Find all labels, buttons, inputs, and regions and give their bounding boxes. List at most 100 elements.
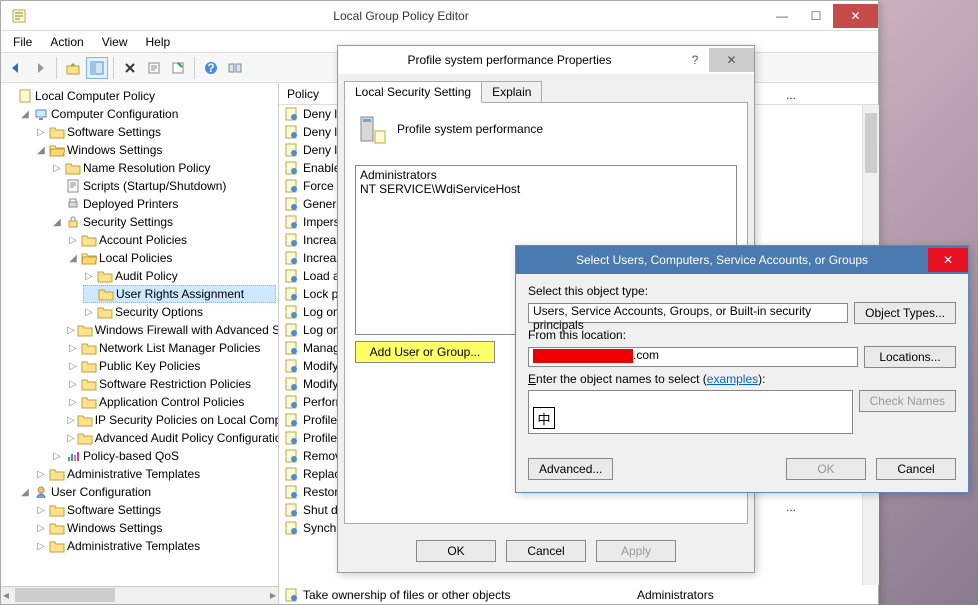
forward-button[interactable] xyxy=(29,57,51,79)
tree-item[interactable]: Software Settings xyxy=(67,125,161,139)
examples-link[interactable]: examples xyxy=(707,372,758,386)
check-names-button[interactable]: Check Names xyxy=(859,390,956,412)
tree-user-config[interactable]: User Configuration xyxy=(51,485,151,499)
apply-button[interactable]: Apply xyxy=(596,540,676,562)
up-button[interactable] xyxy=(62,57,84,79)
ok-button[interactable]: OK xyxy=(786,458,866,480)
add-user-group-button[interactable]: Add User or Group... xyxy=(355,341,495,363)
minimize-button[interactable]: ― xyxy=(765,4,799,28)
truncated-text: ... xyxy=(766,500,796,514)
list-item[interactable]: Administrators xyxy=(360,168,732,182)
tree-item[interactable]: Audit Policy xyxy=(115,269,178,283)
cancel-button[interactable]: Cancel xyxy=(876,458,956,480)
expander-icon[interactable]: ▷ xyxy=(35,522,47,534)
folder-icon xyxy=(81,233,97,247)
folder-icon xyxy=(49,125,65,139)
security-policy-icon xyxy=(283,466,299,482)
expander-icon[interactable]: ▷ xyxy=(83,270,95,282)
computer-icon xyxy=(33,106,49,122)
expander-icon[interactable]: ▷ xyxy=(35,468,47,480)
folder-icon xyxy=(49,503,65,517)
tree-item[interactable]: Scripts (Startup/Shutdown) xyxy=(83,179,226,193)
tree-item[interactable]: Account Policies xyxy=(99,233,187,247)
cancel-button[interactable]: Cancel xyxy=(506,540,586,562)
tree-item[interactable]: Administrative Templates xyxy=(67,539,200,553)
expander-icon[interactable]: ▷ xyxy=(67,396,79,408)
tree-item[interactable]: Policy-based QoS xyxy=(83,449,179,463)
tree-user-rights[interactable]: User Rights Assignment xyxy=(116,287,244,301)
tree-item[interactable]: Deployed Printers xyxy=(83,197,178,211)
tree-pane[interactable]: Local Computer Policy ◢ Computer Configur… xyxy=(1,83,279,604)
back-button[interactable] xyxy=(5,57,27,79)
menu-file[interactable]: File xyxy=(5,33,40,51)
toggle-button[interactable] xyxy=(224,57,246,79)
list-item-label[interactable]: Take ownership of files or other objects xyxy=(303,588,633,602)
tree-item[interactable]: Software Restriction Policies xyxy=(99,377,251,391)
scrollbar-thumb[interactable] xyxy=(865,113,877,173)
dialog-title: Select Users, Computers, Service Account… xyxy=(516,253,928,267)
tree-item[interactable]: Name Resolution Policy xyxy=(83,161,210,175)
locations-button[interactable]: Locations... xyxy=(864,346,956,368)
tree-windows-settings[interactable]: Windows Settings xyxy=(67,143,162,157)
tree-item[interactable]: Advanced Audit Policy Configuration xyxy=(95,431,279,445)
tree-root[interactable]: Local Computer Policy xyxy=(35,89,155,103)
object-types-button[interactable]: Object Types... xyxy=(854,302,956,324)
ok-button[interactable]: OK xyxy=(416,540,496,562)
tree-item[interactable]: Administrative Templates xyxy=(67,467,200,481)
expander-icon[interactable]: ▷ xyxy=(67,432,75,444)
printer-icon xyxy=(65,196,81,212)
maximize-button[interactable]: ☐ xyxy=(799,4,833,28)
menu-view[interactable]: View xyxy=(94,33,136,51)
expander-icon[interactable]: ▷ xyxy=(67,378,79,390)
expander-icon[interactable]: ◢ xyxy=(35,144,47,156)
delete-button[interactable] xyxy=(119,57,141,79)
help-button[interactable]: ? xyxy=(200,57,222,79)
expander-icon[interactable]: ◢ xyxy=(51,216,63,228)
expander-icon[interactable]: ▷ xyxy=(51,450,63,462)
tab-explain[interactable]: Explain xyxy=(481,81,542,103)
tab-local-security[interactable]: Local Security Setting xyxy=(344,81,482,103)
object-type-field[interactable]: Users, Service Accounts, Groups, or Buil… xyxy=(528,303,848,323)
expander-icon[interactable]: ▷ xyxy=(67,414,75,426)
tree-computer-config[interactable]: Computer Configuration xyxy=(51,107,178,121)
tree-local-policies[interactable]: Local Policies xyxy=(99,251,172,265)
expander-icon[interactable]: ◢ xyxy=(19,486,31,498)
expander-icon[interactable]: ▷ xyxy=(67,342,79,354)
tree-item[interactable]: Network List Manager Policies xyxy=(99,341,260,355)
expander-icon[interactable]: ◢ xyxy=(67,252,79,264)
expander-icon[interactable]: ▷ xyxy=(67,360,79,372)
security-policy-icon xyxy=(283,520,299,536)
tree-item[interactable]: Windows Settings xyxy=(67,521,162,535)
advanced-button[interactable]: Advanced... xyxy=(528,458,613,480)
close-button[interactable]: ✕ xyxy=(709,48,754,72)
object-names-input[interactable]: 中 xyxy=(528,390,853,434)
scrollbar-thumb[interactable] xyxy=(15,588,115,602)
tree-item[interactable]: IP Security Policies on Local Computer xyxy=(95,413,279,427)
expander-icon[interactable]: ◢ xyxy=(19,108,31,120)
show-tree-button[interactable] xyxy=(86,57,108,79)
tree-item[interactable]: Windows Firewall with Advanced Security xyxy=(95,323,279,337)
close-button[interactable]: ✕ xyxy=(833,4,878,28)
menu-help[interactable]: Help xyxy=(138,33,179,51)
tabstrip: Local Security Setting Explain xyxy=(338,74,754,102)
tree-item[interactable]: Application Control Policies xyxy=(99,395,244,409)
security-policy-icon xyxy=(283,250,299,266)
list-item[interactable]: NT SERVICE\WdiServiceHost xyxy=(360,182,732,196)
export-button[interactable] xyxy=(167,57,189,79)
expander-icon[interactable]: ▷ xyxy=(67,234,79,246)
location-field[interactable]: .com xyxy=(528,347,858,367)
expander-icon[interactable]: ▷ xyxy=(83,306,95,318)
help-button[interactable]: ? xyxy=(681,48,709,72)
properties-button[interactable] xyxy=(143,57,165,79)
tree-item[interactable]: Public Key Policies xyxy=(99,359,200,373)
menu-action[interactable]: Action xyxy=(42,33,91,51)
expander-icon[interactable]: ▷ xyxy=(35,540,47,552)
expander-icon[interactable]: ▷ xyxy=(67,324,75,336)
tree-item[interactable]: Security Options xyxy=(115,305,203,319)
expander-icon[interactable]: ▷ xyxy=(35,504,47,516)
close-button[interactable]: ✕ xyxy=(928,248,968,272)
expander-icon[interactable]: ▷ xyxy=(51,162,63,174)
tree-security-settings[interactable]: Security Settings xyxy=(83,215,173,229)
expander-icon[interactable]: ▷ xyxy=(35,126,47,138)
tree-item[interactable]: Software Settings xyxy=(67,503,161,517)
